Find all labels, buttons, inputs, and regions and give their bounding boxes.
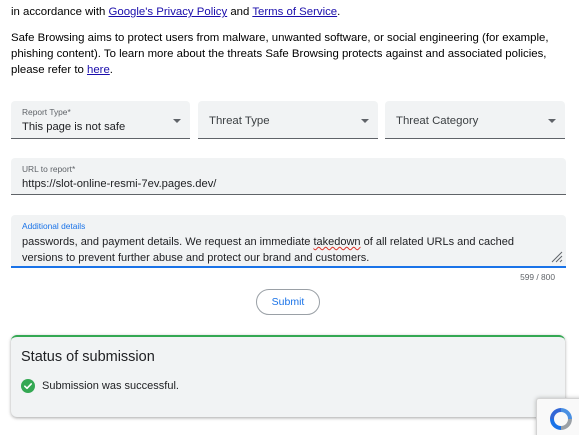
here-link[interactable]: here (87, 64, 110, 76)
threat-type-placeholder: Threat Type (209, 115, 270, 127)
report-type-label: Report Type* (22, 107, 71, 117)
submit-button[interactable]: Submit (256, 289, 320, 315)
submission-status-card: Status of submission Submission was succ… (11, 335, 565, 417)
spellcheck-word: takedown (313, 236, 361, 248)
policy-line: in accordance with Google's Privacy Poli… (11, 6, 341, 18)
intro-text: in accordance with Google's Privacy Poli… (11, 4, 567, 78)
url-input[interactable]: URL to report* https://slot-online-resmi… (11, 158, 566, 195)
threat-category-placeholder: Threat Category (396, 115, 479, 127)
status-title: Status of submission (21, 349, 155, 365)
url-value: https://slot-online-resmi-7ev.pages.dev/ (22, 178, 217, 190)
dropdown-arrow-icon (548, 119, 556, 123)
check-circle-icon (21, 379, 35, 393)
dropdown-arrow-icon (361, 119, 369, 123)
character-counter: 599 / 800 (520, 272, 555, 282)
status-row: Submission was successful. (21, 379, 179, 393)
threat-type-select[interactable]: Threat Type (198, 101, 378, 139)
additional-details-text: passwords, and payment details. We reque… (22, 236, 515, 264)
threat-category-select[interactable]: Threat Category (385, 101, 565, 139)
resize-handle-icon[interactable] (549, 249, 563, 263)
recaptcha-badge[interactable] (536, 398, 579, 435)
additional-details-textarea[interactable]: Additional details passwords, and paymen… (11, 215, 566, 268)
url-label: URL to report* (22, 164, 76, 174)
additional-details-label: Additional details (22, 221, 86, 231)
recaptcha-icon (550, 408, 572, 430)
safe-browsing-description: Safe Browsing aims to protect users from… (11, 32, 549, 76)
privacy-policy-link[interactable]: Google's Privacy Policy (109, 6, 228, 18)
terms-of-service-link[interactable]: Terms of Service (252, 6, 337, 18)
report-type-select[interactable]: Report Type* This page is not safe (11, 101, 190, 139)
report-type-value: This page is not safe (22, 121, 126, 133)
dropdown-arrow-icon (173, 119, 181, 123)
status-message: Submission was successful. (42, 380, 179, 392)
